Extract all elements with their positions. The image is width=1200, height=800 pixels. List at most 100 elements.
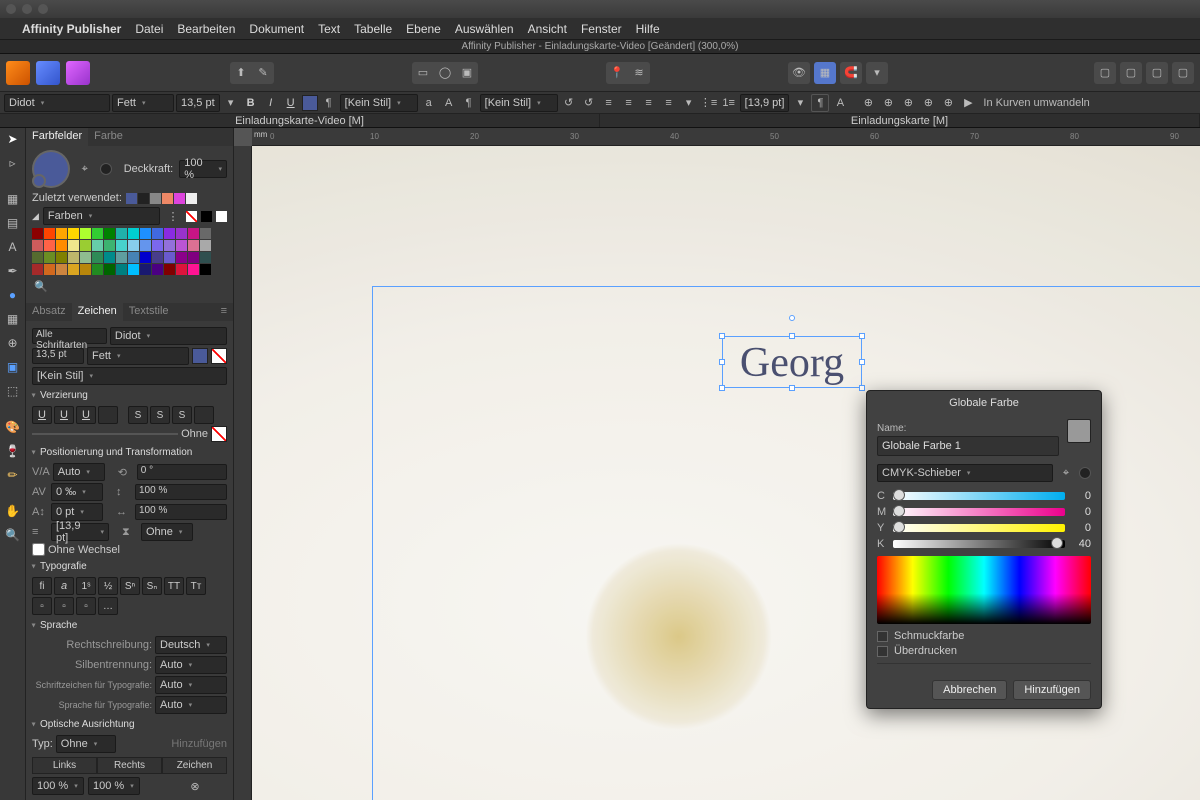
panel-menu-icon[interactable]: ≡: [215, 303, 233, 321]
u2[interactable]: U: [54, 406, 74, 424]
min-traffic[interactable]: [22, 4, 32, 14]
sec-pos[interactable]: Positionierung und Transformation: [32, 444, 227, 461]
recent-sw[interactable]: [126, 193, 137, 204]
align-left-icon[interactable]: ≡: [600, 94, 618, 112]
sample-swatch[interactable]: [100, 163, 112, 175]
node-tool[interactable]: ▹: [4, 154, 22, 172]
text-frame[interactable]: Georg: [722, 336, 862, 388]
parastyle-dropdown[interactable]: [Kein Stil]: [480, 94, 558, 112]
typo-caps[interactable]: TT: [164, 577, 184, 595]
pin-icon[interactable]: 📍: [606, 62, 628, 84]
grid-tool[interactable]: ▦: [4, 310, 22, 328]
zoom-tool[interactable]: 🔍: [4, 526, 22, 544]
fill-tool[interactable]: 🎨: [4, 418, 22, 436]
tab-1[interactable]: Einladungskarte-Video [M]: [0, 114, 600, 127]
handle[interactable]: [719, 359, 725, 365]
c-slider[interactable]: [893, 492, 1065, 500]
menu-tabelle[interactable]: Tabelle: [354, 22, 392, 36]
char-bg[interactable]: [211, 348, 227, 364]
align-justify-icon[interactable]: ≡: [660, 94, 678, 112]
weight-select[interactable]: Fett: [87, 347, 189, 365]
recent-sw[interactable]: [162, 193, 173, 204]
typo-b2[interactable]: ▫: [54, 597, 74, 615]
handle[interactable]: [719, 333, 725, 339]
opacity-field[interactable]: 100 %: [179, 160, 227, 178]
typo-more[interactable]: …: [98, 597, 118, 615]
no-change-chk[interactable]: [32, 543, 45, 556]
text-color[interactable]: [302, 95, 318, 111]
eyedropper-icon[interactable]: ⌖: [76, 160, 94, 178]
typo-frac[interactable]: ½: [98, 577, 118, 595]
handle[interactable]: [789, 333, 795, 339]
handle[interactable]: [859, 385, 865, 391]
typochar[interactable]: Auto: [155, 676, 227, 694]
s2[interactable]: S: [150, 406, 170, 424]
table-tool[interactable]: ▦: [4, 190, 22, 208]
sec-typo[interactable]: Typografie: [32, 558, 227, 575]
viewmode2-icon[interactable]: ◯: [434, 62, 456, 84]
palette-dropdown[interactable]: Farben: [43, 207, 160, 225]
handle[interactable]: [859, 359, 865, 365]
numbers-icon[interactable]: 1≡: [720, 94, 738, 112]
pct1[interactable]: 100 %: [32, 777, 84, 795]
handle[interactable]: [719, 385, 725, 391]
insert3-icon[interactable]: ⊕: [899, 94, 917, 112]
s1[interactable]: S: [128, 406, 148, 424]
text-content[interactable]: Georg: [723, 337, 861, 389]
size-stepper[interactable]: ▾: [222, 94, 240, 112]
reset3-icon[interactable]: ↺: [560, 94, 578, 112]
mode-dropdown[interactable]: CMYK-Schieber: [877, 464, 1053, 482]
recent-sw[interactable]: [174, 193, 185, 204]
menu-ebene[interactable]: Ebene: [406, 22, 441, 36]
typo-1st[interactable]: 1ˢ: [76, 577, 96, 595]
typo-sup[interactable]: Sⁿ: [120, 577, 140, 595]
bold-icon[interactable]: B: [242, 94, 260, 112]
name-input[interactable]: [877, 436, 1059, 456]
tab-absatz[interactable]: Absatz: [26, 303, 72, 321]
italic-icon[interactable]: I: [262, 94, 280, 112]
tab-farbe[interactable]: Farbe: [88, 128, 129, 146]
opt-type[interactable]: Ohne: [56, 735, 116, 753]
white-swatch[interactable]: [216, 211, 227, 222]
del-icon[interactable]: ⊗: [186, 777, 204, 795]
insert4-icon[interactable]: ⊕: [919, 94, 937, 112]
sec-lang[interactable]: Sprache: [32, 617, 227, 634]
menu-hilfe[interactable]: Hilfe: [636, 22, 660, 36]
s3[interactable]: S: [172, 406, 192, 424]
ruler-horizontal[interactable]: mm 0 10 20 30 40 50 60 70 80 90: [252, 128, 1200, 146]
picker-swatch[interactable]: [1079, 467, 1091, 479]
u3[interactable]: U: [76, 406, 96, 424]
arrange3-icon[interactable]: ▢: [1146, 62, 1168, 84]
cancel-button[interactable]: Abbrechen: [932, 680, 1007, 700]
leading-field[interactable]: [13,9 pt]: [740, 94, 790, 112]
ruler-vertical[interactable]: [234, 146, 252, 800]
reset1-icon[interactable]: a: [420, 94, 438, 112]
pct2[interactable]: 100 %: [88, 777, 140, 795]
typo-b3[interactable]: ▫: [76, 597, 96, 615]
menu-text[interactable]: Text: [318, 22, 340, 36]
none-swatch[interactable]: [186, 211, 197, 222]
overprint-checkbox[interactable]: [877, 646, 888, 657]
m-slider[interactable]: [893, 508, 1065, 516]
shear[interactable]: Ohne: [141, 523, 193, 541]
recent-sw[interactable]: [150, 193, 161, 204]
persona-publisher[interactable]: [6, 61, 30, 85]
lead[interactable]: [13,9 pt]: [51, 523, 109, 541]
handle[interactable]: [789, 385, 795, 391]
foot-zeichen[interactable]: Zeichen: [162, 757, 227, 774]
typo-sc[interactable]: Tᴛ: [186, 577, 206, 595]
spell[interactable]: Deutsch: [155, 636, 227, 654]
menu-fenster[interactable]: Fenster: [581, 22, 622, 36]
k-slider[interactable]: [893, 540, 1065, 548]
menu-datei[interactable]: Datei: [135, 22, 163, 36]
sec-opt[interactable]: Optische Ausrichtung: [32, 716, 227, 733]
target-tool[interactable]: ⊕: [4, 334, 22, 352]
hyph[interactable]: Auto: [155, 656, 227, 674]
u-none[interactable]: [98, 406, 118, 424]
convert-curves[interactable]: In Kurven umwandeln: [983, 97, 1089, 109]
typo-fi[interactable]: fi: [32, 577, 52, 595]
close-traffic[interactable]: [6, 4, 16, 14]
typolang[interactable]: Auto: [155, 696, 227, 714]
frame-text-tool[interactable]: ▤: [4, 214, 22, 232]
weight-dropdown[interactable]: Fett: [112, 94, 174, 112]
